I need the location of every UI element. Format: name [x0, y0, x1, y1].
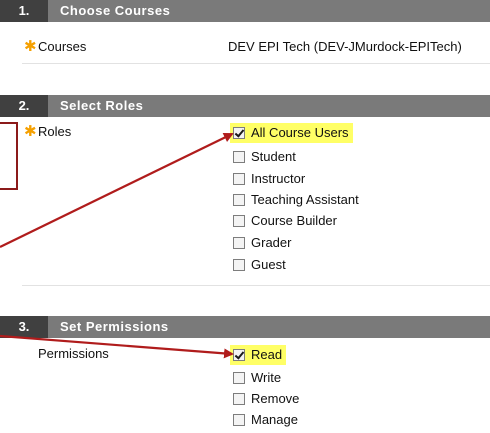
- arrow-to-all-course-users: [0, 133, 234, 248]
- arrow-to-read: [0, 334, 234, 359]
- annotation-arrows: [0, 133, 234, 359]
